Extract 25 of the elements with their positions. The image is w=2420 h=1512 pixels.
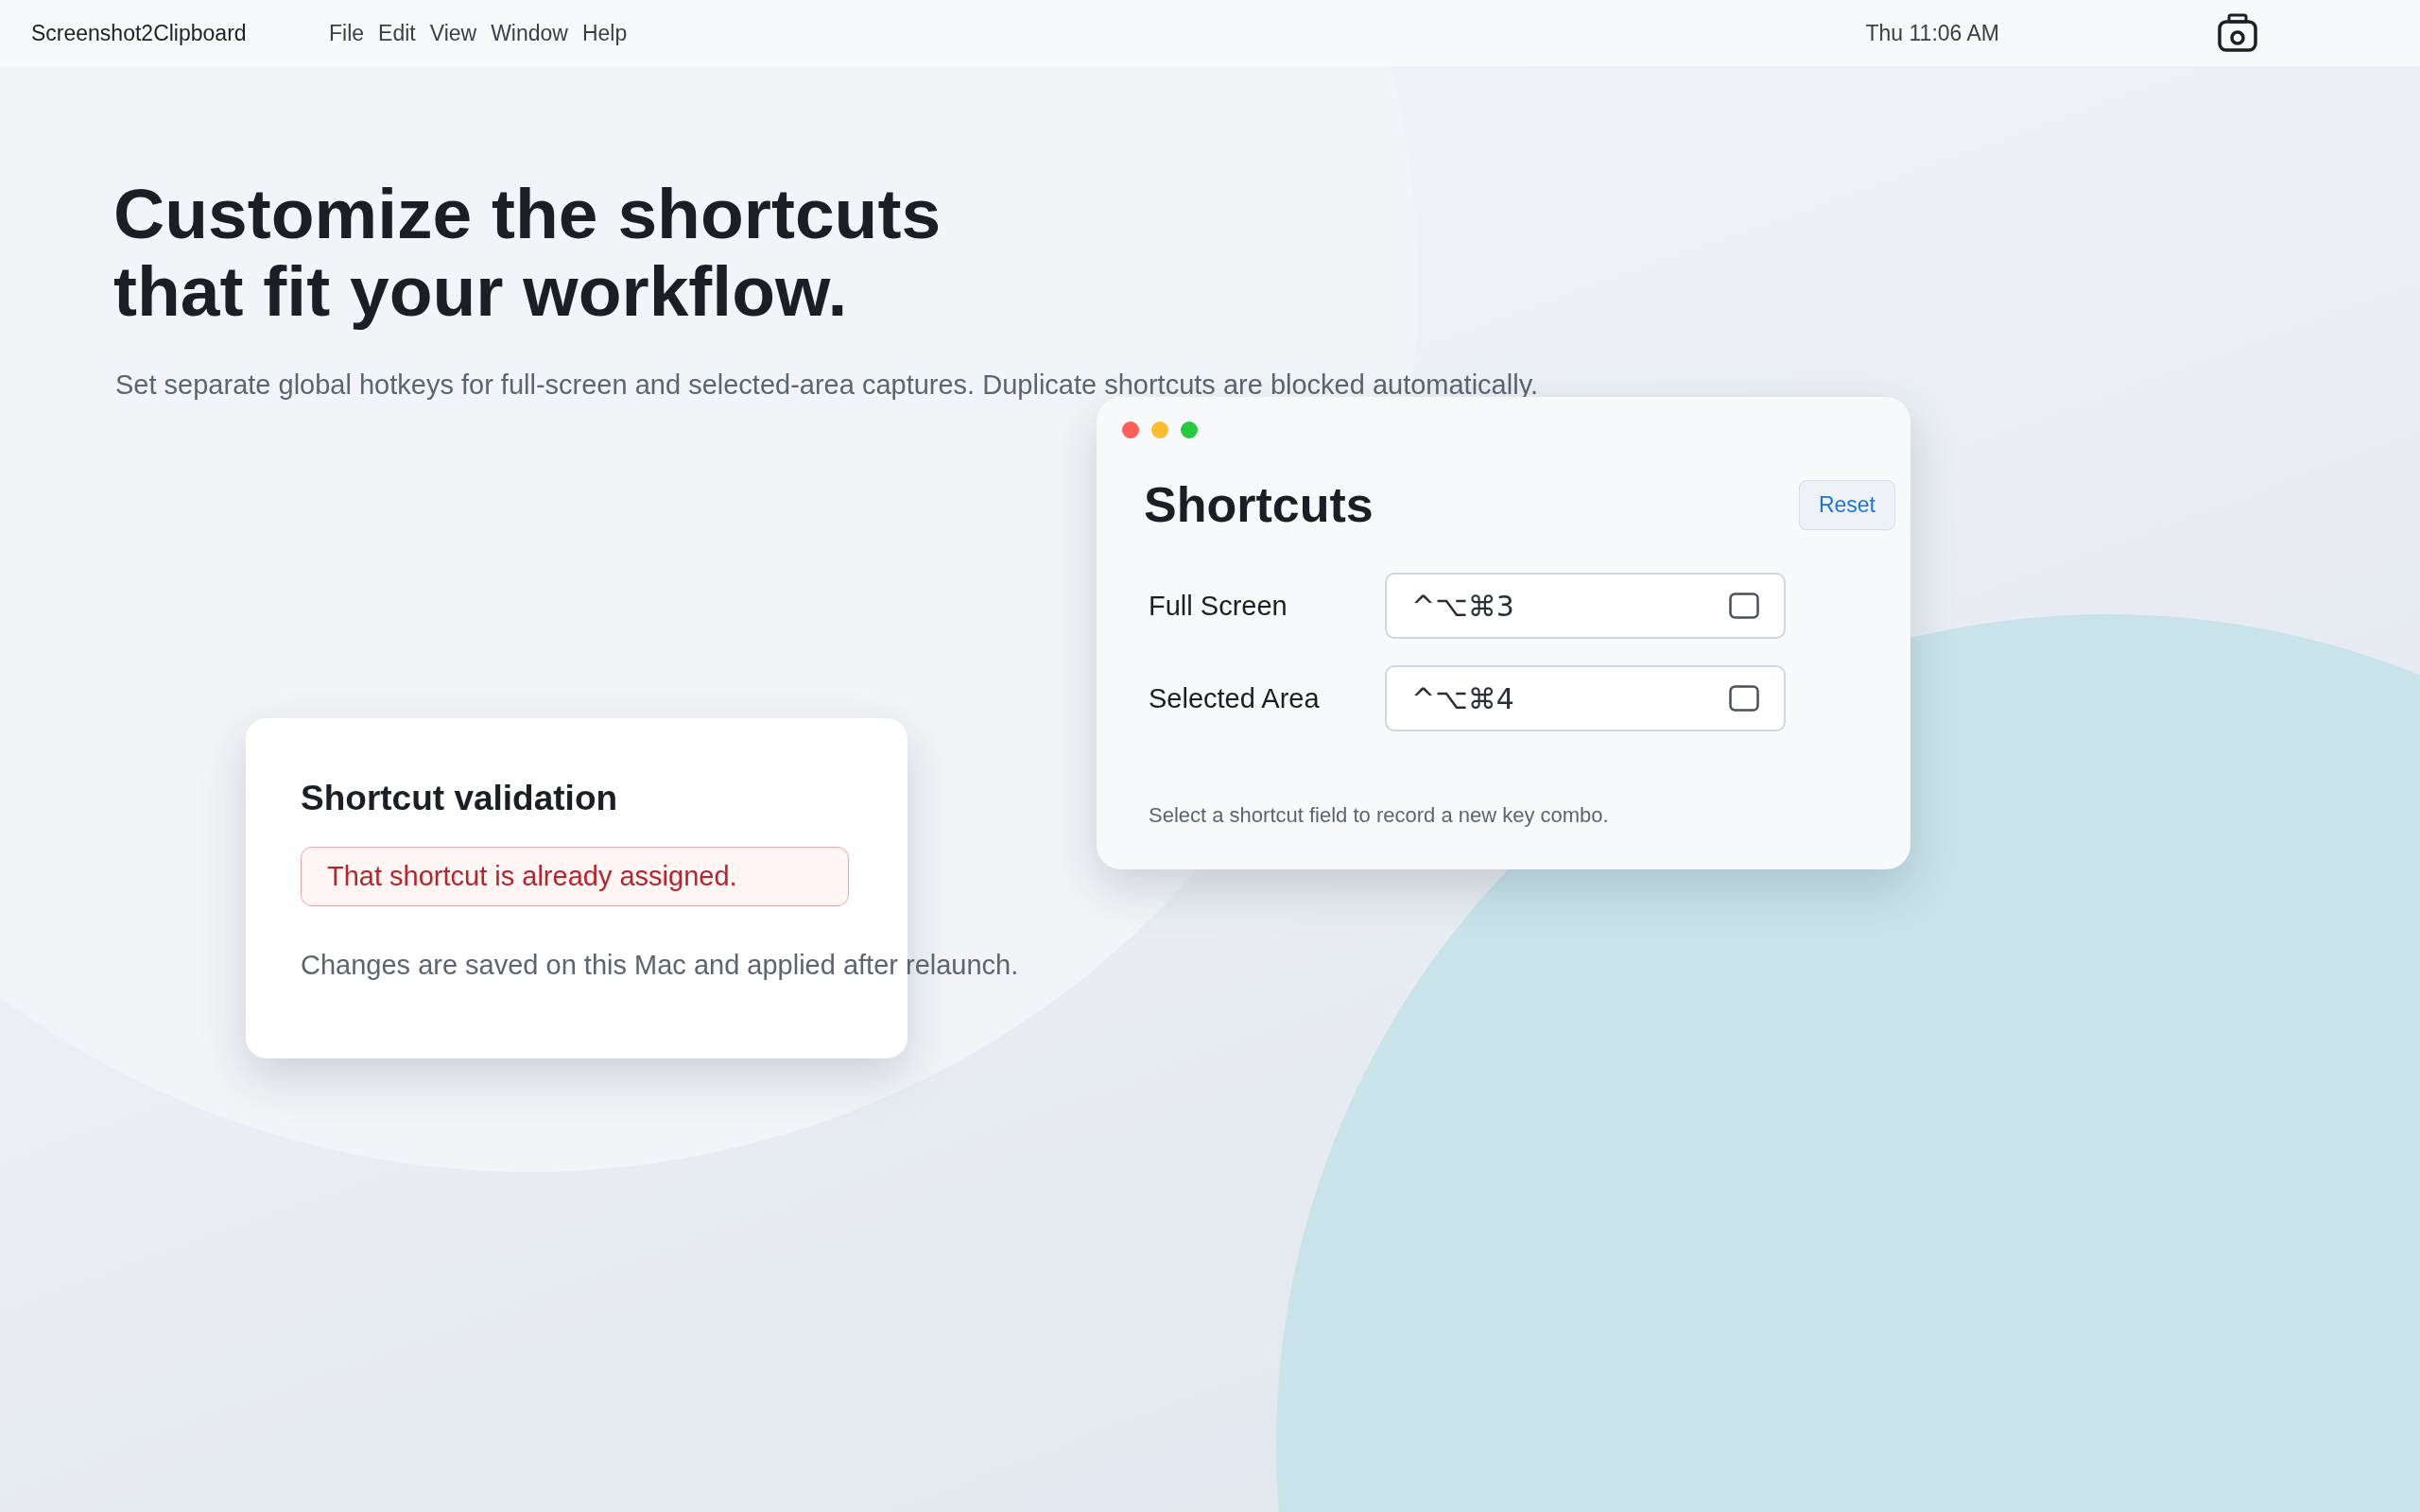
window-control[interactable]: [1122, 421, 1139, 438]
menu-item[interactable]: Window: [491, 20, 568, 46]
rounded-square-icon: [1729, 593, 1759, 619]
field-label: Selected Area: [1148, 682, 1321, 714]
headline: Customize the shortcuts that fit your workflow.: [113, 175, 942, 330]
window-control[interactable]: [1181, 421, 1198, 438]
window-title: Shortcuts: [1144, 476, 1374, 533]
hint-text: Select a shortcut field to record a new key combo.: [1149, 803, 1610, 828]
window-control[interactable]: [1151, 421, 1168, 438]
field-label: Full Screen: [1148, 590, 1288, 622]
camera-icon[interactable]: [2217, 12, 2258, 54]
menu-item[interactable]: File: [329, 20, 365, 46]
clock: Thu 11:06 AM: [1865, 20, 1999, 46]
menu-item[interactable]: Help: [581, 20, 628, 46]
card-title: Shortcut validation: [301, 779, 619, 818]
reset-button[interactable]: Reset: [1798, 479, 1895, 530]
shortcut-field[interactable]: ^⌥⌘4: [1385, 665, 1786, 731]
app-name[interactable]: Screenshot2Clipboard: [31, 20, 329, 46]
menu-item[interactable]: Edit: [378, 20, 416, 46]
rounded-square-icon: [1729, 685, 1759, 712]
menu-item[interactable]: View: [429, 20, 477, 46]
shortcut-field[interactable]: ^⌥⌘3: [1385, 573, 1786, 639]
subtitle: Set separate global hotkeys for full-screen and selected-area captures. Duplicate shortcuts are blocked automatically.: [115, 369, 1540, 401]
error-message: That shortcut is already assigned.: [301, 847, 849, 906]
note-text: Changes are saved on this Mac and applied after relaunch.: [301, 950, 1019, 981]
